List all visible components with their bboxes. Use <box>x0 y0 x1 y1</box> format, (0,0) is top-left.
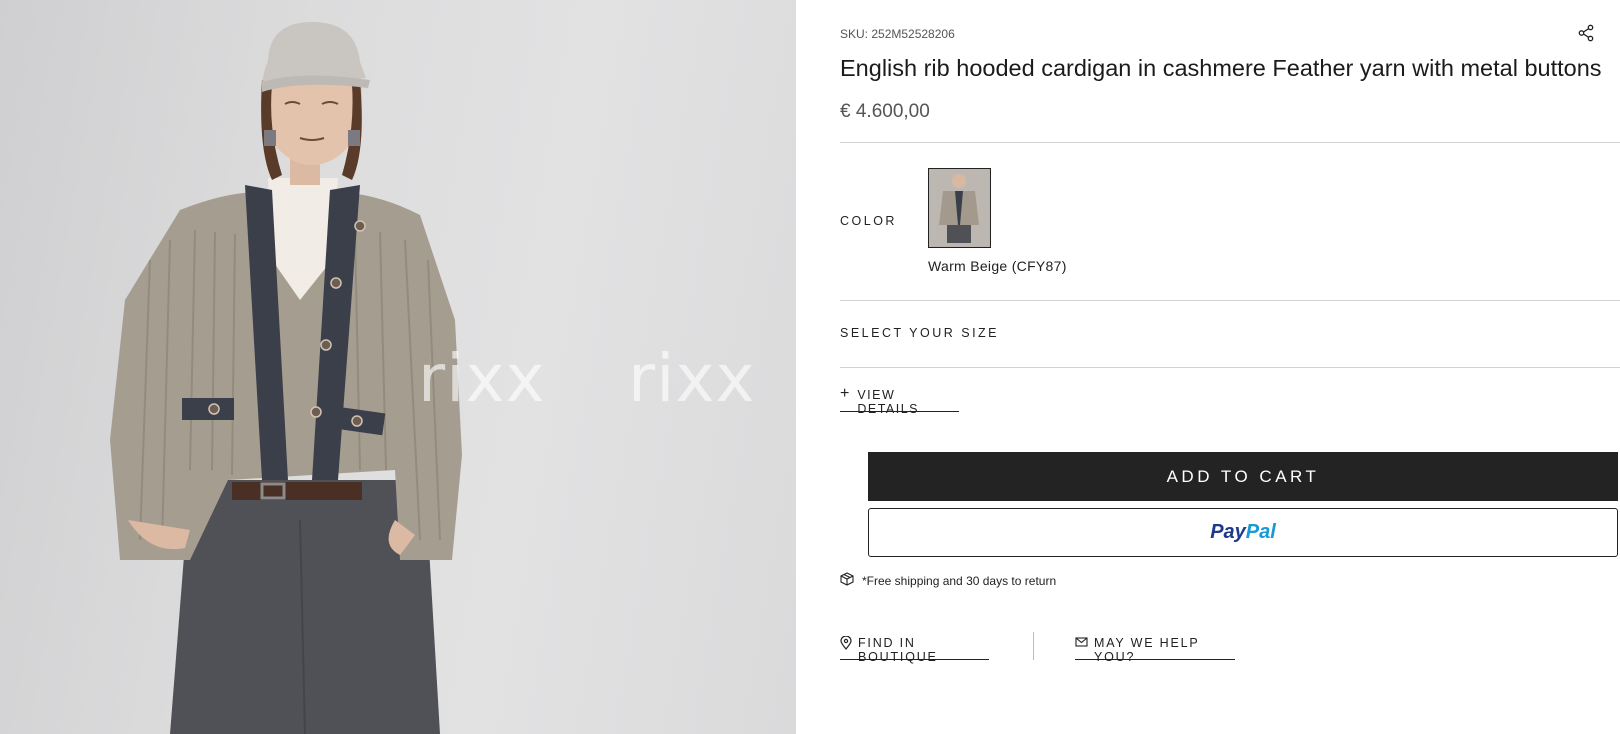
product-title: English rib hooded cardigan in cashmere … <box>840 55 1602 81</box>
location-pin-icon <box>840 635 852 653</box>
color-label: COLOR <box>840 214 897 228</box>
paypal-logo-part2: Pal <box>1245 521 1276 543</box>
divider <box>840 300 1620 301</box>
add-to-cart-button[interactable]: ADD TO CART <box>868 452 1618 501</box>
plus-icon: + <box>840 385 850 402</box>
paypal-logo-part1: Pay <box>1210 521 1246 543</box>
paypal-button[interactable]: Pay Pal <box>868 508 1618 557</box>
product-image[interactable]: rixx rixx <box>0 0 796 734</box>
shipping-note: *Free shipping and 30 days to return <box>840 572 1056 589</box>
size-selector[interactable]: SELECT YOUR SIZE <box>840 326 999 340</box>
envelope-icon <box>1075 636 1088 651</box>
watermark-text: rixx <box>418 340 546 417</box>
link-separator <box>1033 632 1034 660</box>
find-in-boutique-label: FIND IN BOUTIQUE <box>858 636 938 664</box>
find-in-boutique-link[interactable]: FIND IN BOUTIQUE <box>840 635 989 664</box>
share-icon[interactable] <box>1577 24 1595 42</box>
may-we-help-link[interactable]: MAY WE HELP YOU? <box>1075 636 1235 664</box>
product-price: € 4.600,00 <box>840 101 930 122</box>
watermark-text: rixx <box>628 340 756 417</box>
selected-color-name: Warm Beige (CFY87) <box>928 258 1067 274</box>
divider <box>840 367 1620 368</box>
color-swatch-warm-beige[interactable] <box>928 168 991 248</box>
view-details-link[interactable]: + VIEW DETAILS <box>840 385 959 416</box>
may-we-help-label: MAY WE HELP YOU? <box>1094 636 1200 664</box>
product-sku: SKU: 252M52528206 <box>840 27 955 41</box>
product-info-panel: SKU: 252M52528206 English rib hooded car… <box>840 0 1620 734</box>
shipping-text: *Free shipping and 30 days to return <box>862 573 1057 588</box>
divider <box>840 142 1620 143</box>
box-icon <box>840 572 854 589</box>
view-details-label: VIEW DETAILS <box>857 388 920 416</box>
